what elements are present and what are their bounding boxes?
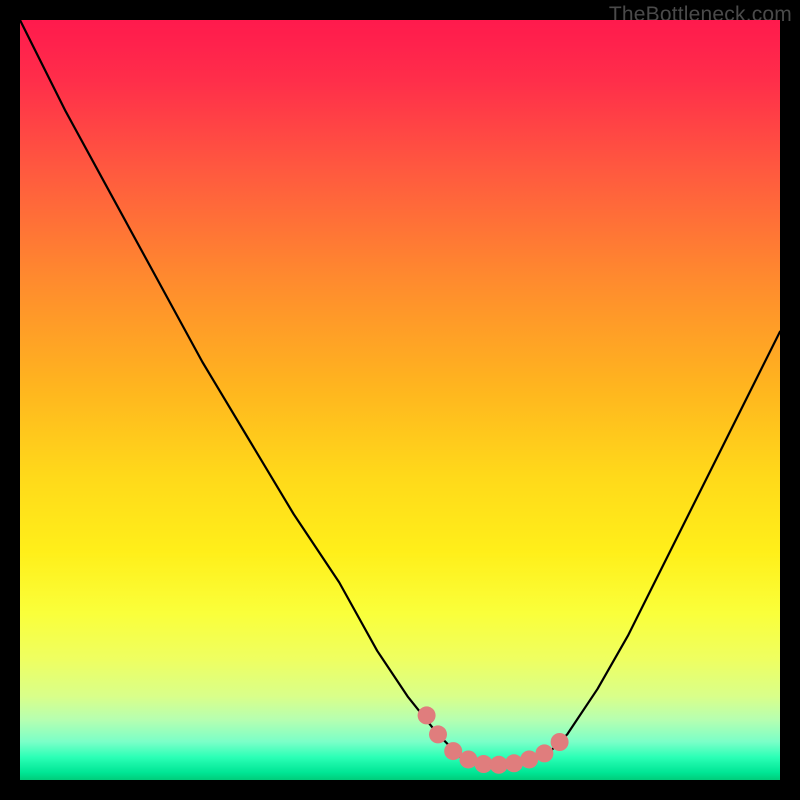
- highlight-point: [418, 706, 436, 724]
- highlight-point: [429, 725, 447, 743]
- highlight-point: [535, 744, 553, 762]
- highlight-point: [505, 754, 523, 772]
- highlight-point: [459, 750, 477, 768]
- highlight-markers: [418, 706, 569, 773]
- highlight-point: [490, 756, 508, 774]
- curve-layer: [20, 20, 780, 780]
- bottleneck-curve: [20, 20, 780, 765]
- chart-frame: TheBottleneck.com: [0, 0, 800, 800]
- highlight-point: [551, 733, 569, 751]
- plot-area: [20, 20, 780, 780]
- highlight-point: [444, 742, 462, 760]
